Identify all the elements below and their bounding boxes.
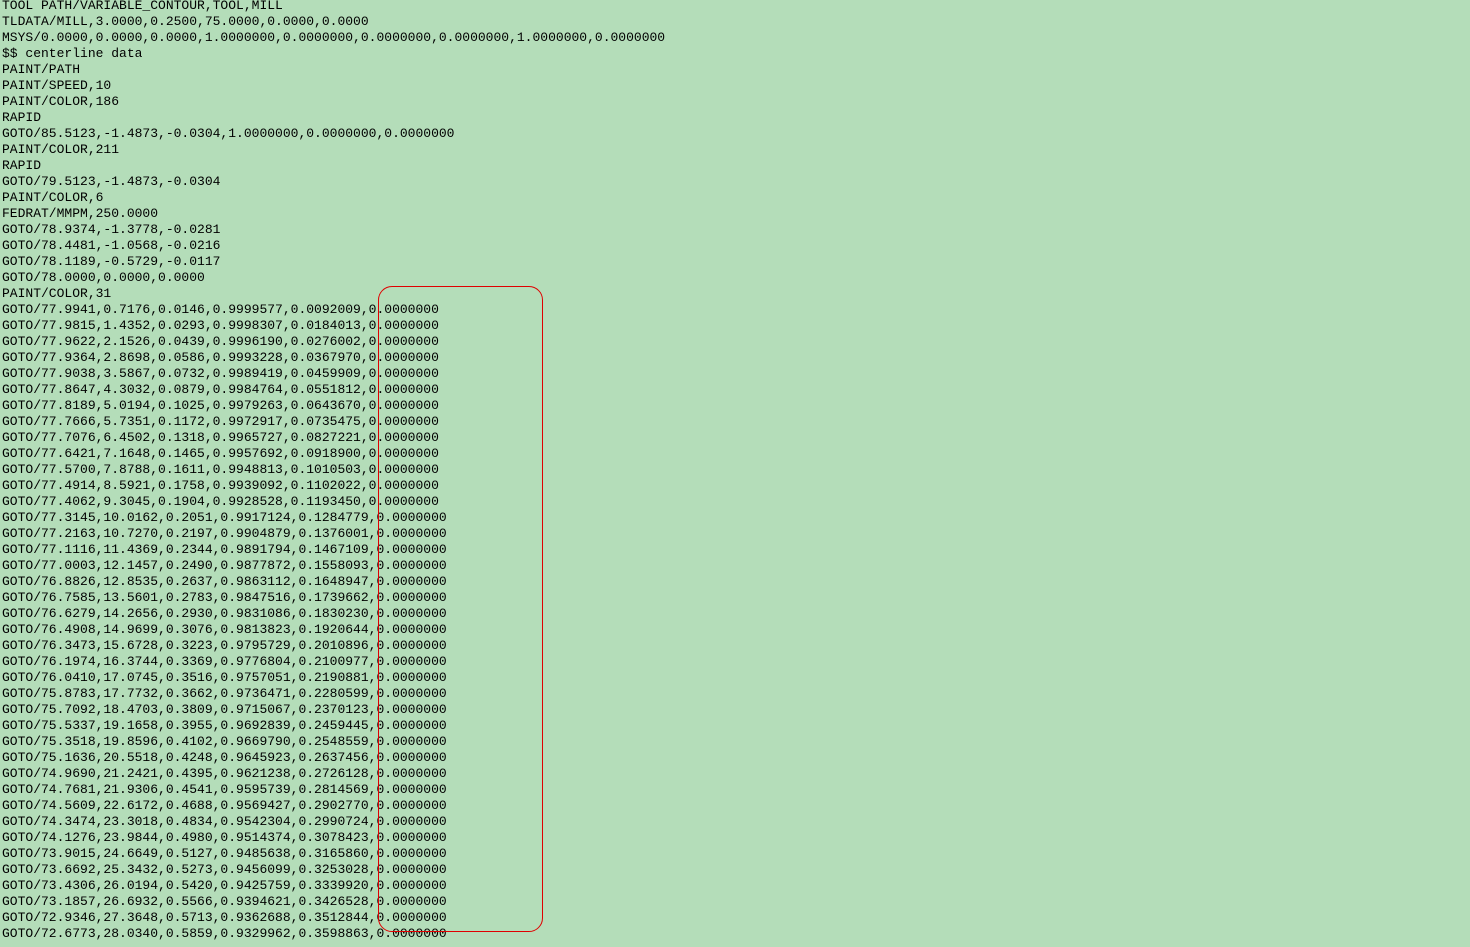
code-line: RAPID — [2, 110, 42, 125]
code-line: PAINT/COLOR,6 — [2, 190, 104, 205]
code-line: GOTO/76.3473,15.6728,0.3223,0.9795729,0.… — [2, 638, 447, 653]
code-line: PAINT/COLOR,186 — [2, 94, 120, 109]
code-line: GOTO/76.4908,14.9699,0.3076,0.9813823,0.… — [2, 622, 447, 637]
code-line: GOTO/74.9690,21.2421,0.4395,0.9621238,0.… — [2, 766, 447, 781]
code-line: GOTO/77.9622,2.1526,0.0439,0.9996190,0.0… — [2, 334, 439, 349]
code-line: GOTO/77.8647,4.3032,0.0879,0.9984764,0.0… — [2, 382, 439, 397]
code-line: TOOL PATH/VARIABLE_CONTOUR,TOOL,MILL — [2, 0, 283, 13]
code-line: GOTO/77.3145,10.0162,0.2051,0.9917124,0.… — [2, 510, 447, 525]
code-line: GOTO/77.8189,5.0194,0.1025,0.9979263,0.0… — [2, 398, 439, 413]
code-line: GOTO/74.5609,22.6172,0.4688,0.9569427,0.… — [2, 798, 447, 813]
code-line: GOTO/75.5337,19.1658,0.3955,0.9692839,0.… — [2, 718, 447, 733]
code-line: PAINT/COLOR,31 — [2, 286, 112, 301]
code-line: GOTO/76.6279,14.2656,0.2930,0.9831086,0.… — [2, 606, 447, 621]
code-line: GOTO/77.9941,0.7176,0.0146,0.9999577,0.0… — [2, 302, 439, 317]
code-line: GOTO/78.0000,0.0000,0.0000 — [2, 270, 205, 285]
code-line: GOTO/76.1974,16.3744,0.3369,0.9776804,0.… — [2, 654, 447, 669]
code-line: MSYS/0.0000,0.0000,0.0000,1.0000000,0.00… — [2, 30, 666, 45]
code-line: $$ centerline data — [2, 46, 143, 61]
code-line: GOTO/77.9038,3.5867,0.0732,0.9989419,0.0… — [2, 366, 439, 381]
code-line: GOTO/74.3474,23.3018,0.4834,0.9542304,0.… — [2, 814, 447, 829]
code-line: GOTO/76.0410,17.0745,0.3516,0.9757051,0.… — [2, 670, 447, 685]
code-line: GOTO/77.1116,11.4369,0.2344,0.9891794,0.… — [2, 542, 447, 557]
code-line: GOTO/76.7585,13.5601,0.2783,0.9847516,0.… — [2, 590, 447, 605]
code-line: GOTO/77.6421,7.1648,0.1465,0.9957692,0.0… — [2, 446, 439, 461]
code-line: GOTO/77.7076,6.4502,0.1318,0.9965727,0.0… — [2, 430, 439, 445]
code-line: GOTO/73.9015,24.6649,0.5127,0.9485638,0.… — [2, 846, 447, 861]
code-line: GOTO/77.2163,10.7270,0.2197,0.9904879,0.… — [2, 526, 447, 541]
code-line: GOTO/72.6773,28.0340,0.5859,0.9329962,0.… — [2, 926, 447, 941]
code-line: GOTO/77.4914,8.5921,0.1758,0.9939092,0.1… — [2, 478, 439, 493]
code-line: GOTO/77.7666,5.7351,0.1172,0.9972917,0.0… — [2, 414, 439, 429]
code-line: FEDRAT/MMPM,250.0000 — [2, 206, 159, 221]
code-line: GOTO/75.3518,19.8596,0.4102,0.9669790,0.… — [2, 734, 447, 749]
code-line: GOTO/75.8783,17.7732,0.3662,0.9736471,0.… — [2, 686, 447, 701]
code-line: GOTO/79.5123,-1.4873,-0.0304 — [2, 174, 221, 189]
code-line: PAINT/SPEED,10 — [2, 78, 112, 93]
text-editor-area[interactable]: TOOL PATH/VARIABLE_CONTOUR,TOOL,MILL TLDA… — [0, 0, 1470, 947]
code-line: GOTO/77.0003,12.1457,0.2490,0.9877872,0.… — [2, 558, 447, 573]
code-line: PAINT/COLOR,211 — [2, 142, 120, 157]
code-line: GOTO/76.8826,12.8535,0.2637,0.9863112,0.… — [2, 574, 447, 589]
code-line: GOTO/78.9374,-1.3778,-0.0281 — [2, 222, 221, 237]
code-line: GOTO/73.1857,26.6932,0.5566,0.9394621,0.… — [2, 894, 447, 909]
code-line: GOTO/77.5700,7.8788,0.1611,0.9948813,0.1… — [2, 462, 439, 477]
cl-file-content[interactable]: TOOL PATH/VARIABLE_CONTOUR,TOOL,MILL TLDA… — [2, 0, 665, 942]
code-line: GOTO/73.4306,26.0194,0.5420,0.9425759,0.… — [2, 878, 447, 893]
code-line: GOTO/77.4062,9.3045,0.1904,0.9928528,0.1… — [2, 494, 439, 509]
code-line: GOTO/73.6692,25.3432,0.5273,0.9456099,0.… — [2, 862, 447, 877]
code-line: PAINT/PATH — [2, 62, 81, 77]
code-line: RAPID — [2, 158, 42, 173]
code-line: GOTO/78.1189,-0.5729,-0.0117 — [2, 254, 221, 269]
code-line: GOTO/75.7092,18.4703,0.3809,0.9715067,0.… — [2, 702, 447, 717]
code-line: GOTO/72.9346,27.3648,0.5713,0.9362688,0.… — [2, 910, 447, 925]
code-line: GOTO/77.9364,2.8698,0.0586,0.9993228,0.0… — [2, 350, 439, 365]
code-line: GOTO/74.7681,21.9306,0.4541,0.9595739,0.… — [2, 782, 447, 797]
code-line: TLDATA/MILL,3.0000,0.2500,75.0000,0.0000… — [2, 14, 369, 29]
code-line: GOTO/74.1276,23.9844,0.4980,0.9514374,0.… — [2, 830, 447, 845]
code-line: GOTO/75.1636,20.5518,0.4248,0.9645923,0.… — [2, 750, 447, 765]
code-line: GOTO/78.4481,-1.0568,-0.0216 — [2, 238, 221, 253]
code-line: GOTO/85.5123,-1.4873,-0.0304,1.0000000,0… — [2, 126, 455, 141]
code-line: GOTO/77.9815,1.4352,0.0293,0.9998307,0.0… — [2, 318, 439, 333]
